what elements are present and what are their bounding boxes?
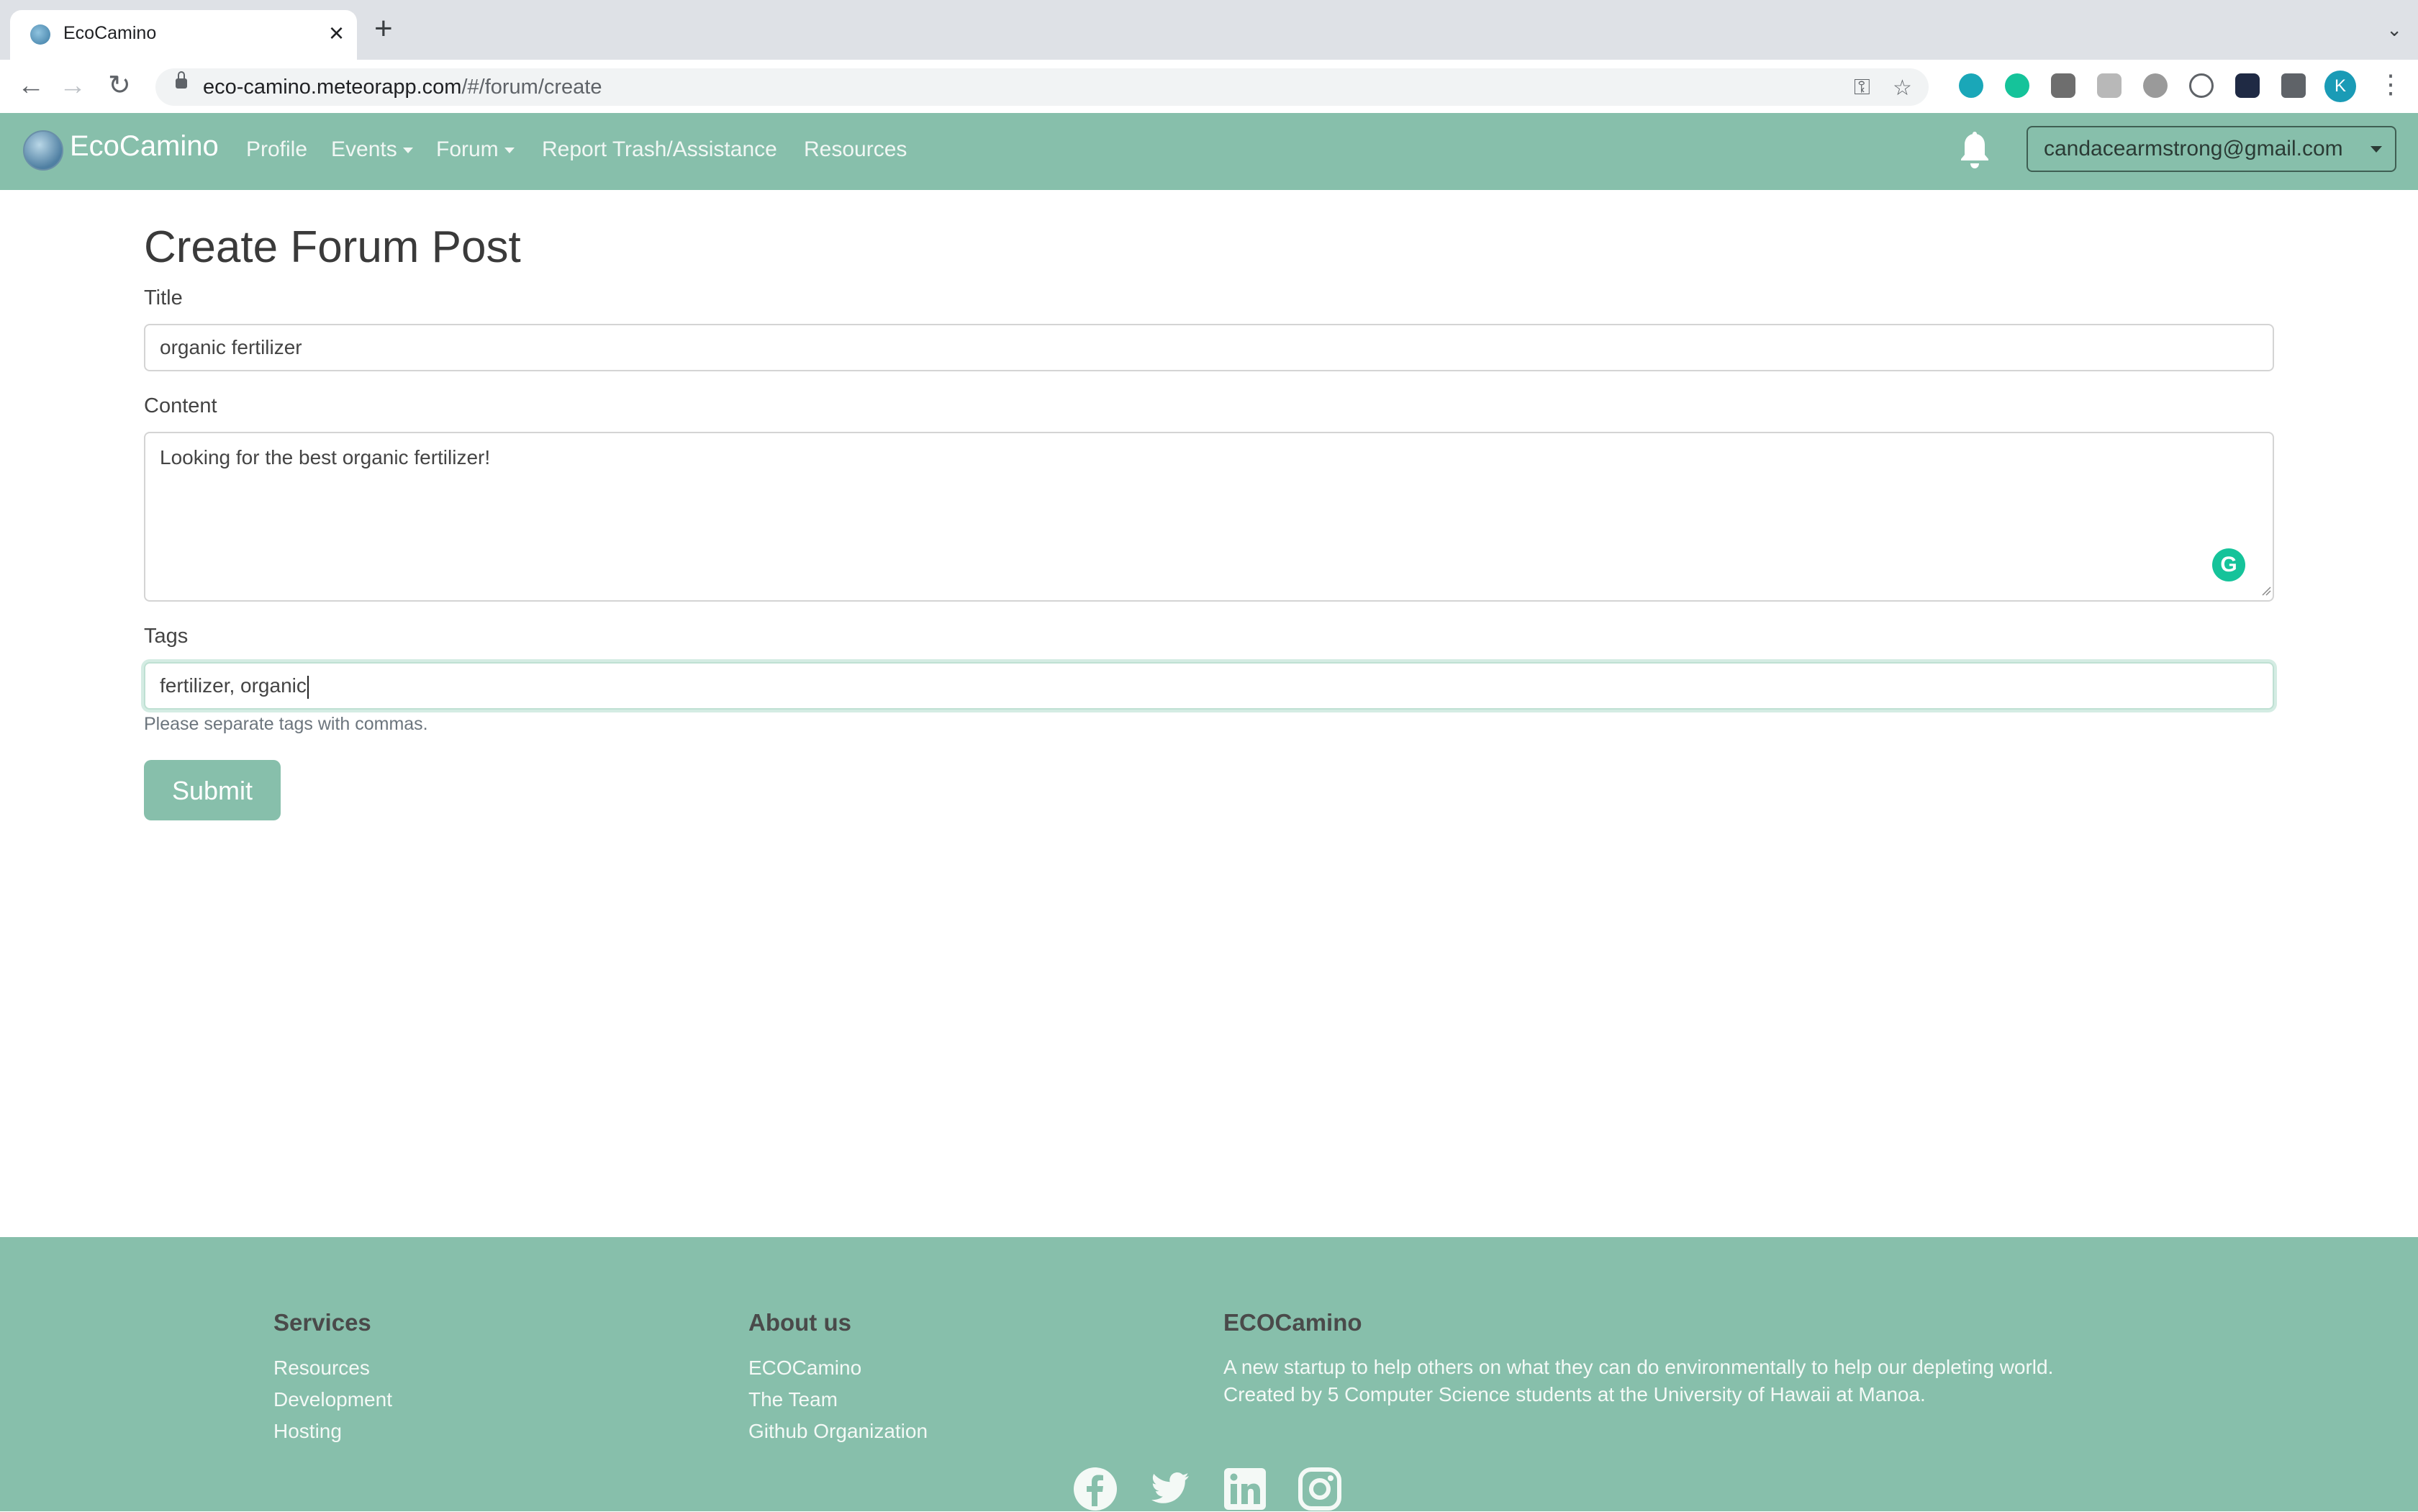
grammarly-icon[interactable]: G bbox=[2212, 548, 2245, 581]
nav-resources[interactable]: Resources bbox=[804, 137, 907, 162]
brand-name[interactable]: EcoCamino bbox=[70, 130, 219, 163]
url-text: eco-camino.meteorapp.com/#/forum/create bbox=[203, 76, 602, 99]
extension-dark-icon[interactable] bbox=[2235, 73, 2260, 98]
reload-icon[interactable]: ↻ bbox=[108, 71, 131, 100]
tab-search-chevron-icon[interactable]: ⌄ bbox=[2386, 19, 2402, 41]
key-icon[interactable]: ⚿ bbox=[1854, 76, 1870, 100]
footer-company-heading: ECOCamino bbox=[1223, 1309, 1362, 1336]
grammarly-extension-icon[interactable] bbox=[2005, 73, 2029, 98]
nav-report-trash[interactable]: Report Trash/Assistance bbox=[542, 137, 777, 162]
linkedin-icon[interactable] bbox=[1222, 1466, 1268, 1512]
footer-link-hosting[interactable]: Hosting bbox=[273, 1420, 342, 1443]
footer-link-the-team[interactable]: The Team bbox=[748, 1388, 838, 1411]
notification-bell-icon[interactable] bbox=[1957, 130, 1992, 171]
back-icon[interactable]: ← bbox=[17, 71, 45, 100]
footer-link-github[interactable]: Github Organization bbox=[748, 1420, 928, 1443]
bookmark-star-icon[interactable]: ☆ bbox=[1893, 76, 1912, 101]
nav-profile[interactable]: Profile bbox=[246, 137, 307, 162]
forward-icon[interactable]: → bbox=[59, 71, 86, 100]
app-navbar: EcoCamino Profile Events Forum Report Tr… bbox=[0, 113, 2418, 190]
footer-services-heading: Services bbox=[273, 1309, 371, 1336]
user-account-dropdown[interactable]: candacearmstrong@gmail.com bbox=[2027, 126, 2396, 172]
nav-events-dropdown[interactable]: Events bbox=[331, 137, 413, 162]
content-textarea-value: Looking for the best organic fertilizer! bbox=[160, 446, 491, 468]
browser-tab-active[interactable]: EcoCamino × bbox=[10, 10, 357, 60]
extension-m-icon[interactable] bbox=[1959, 73, 1983, 98]
footer-about-heading: About us bbox=[748, 1309, 851, 1336]
site-favicon-icon bbox=[30, 24, 50, 45]
content-label: Content bbox=[144, 394, 217, 417]
tags-help-text: Please separate tags with commas. bbox=[144, 714, 428, 734]
site-footer: Services Resources Development Hosting A… bbox=[0, 1237, 2418, 1511]
close-tab-icon[interactable]: × bbox=[329, 19, 344, 47]
twitter-icon[interactable] bbox=[1147, 1466, 1193, 1512]
browser-menu-icon[interactable]: ⋮ bbox=[2378, 69, 2404, 99]
extension-box-icon[interactable] bbox=[2051, 73, 2075, 98]
browser-profile-avatar[interactable]: K bbox=[2324, 71, 2356, 102]
facebook-icon[interactable] bbox=[1072, 1466, 1118, 1512]
resize-handle-icon[interactable] bbox=[2260, 584, 2271, 596]
lock-icon bbox=[176, 71, 187, 89]
extension-face-icon[interactable] bbox=[2143, 73, 2168, 98]
tags-input[interactable]: fertilizer, organic bbox=[144, 662, 2274, 710]
title-input[interactable]: organic fertilizer bbox=[144, 324, 2274, 371]
page-title: Create Forum Post bbox=[144, 222, 521, 272]
address-bar[interactable]: eco-camino.meteorapp.com/#/forum/create … bbox=[155, 68, 1929, 106]
content-textarea[interactable]: Looking for the best organic fertilizer! bbox=[144, 432, 2274, 602]
extensions-puzzle-icon[interactable] bbox=[2281, 73, 2306, 98]
text-cursor bbox=[307, 675, 309, 699]
footer-link-resources[interactable]: Resources bbox=[273, 1357, 370, 1380]
tags-input-value: fertilizer, organic bbox=[160, 674, 307, 697]
title-label: Title bbox=[144, 286, 183, 309]
footer-link-development[interactable]: Development bbox=[273, 1388, 392, 1411]
instagram-icon[interactable] bbox=[1297, 1466, 1343, 1512]
alarm-clock-icon[interactable] bbox=[2189, 73, 2214, 98]
new-tab-icon[interactable]: + bbox=[374, 13, 393, 45]
browser-tabstrip: EcoCamino × + ⌄ bbox=[0, 0, 2418, 60]
globe-logo-icon[interactable] bbox=[23, 130, 63, 171]
title-input-value: organic fertilizer bbox=[160, 336, 302, 358]
submit-button[interactable]: Submit bbox=[144, 760, 281, 820]
user-email: candacearmstrong@gmail.com bbox=[2044, 137, 2343, 160]
footer-company-credits: Created by 5 Computer Science students a… bbox=[1223, 1383, 1926, 1405]
chevron-down-icon bbox=[2371, 146, 2382, 153]
tab-title: EcoCamino bbox=[63, 23, 157, 43]
footer-link-ecocamino[interactable]: ECOCamino bbox=[748, 1357, 861, 1380]
tags-label: Tags bbox=[144, 625, 189, 648]
footer-company-description: A new startup to help others on what the… bbox=[1223, 1356, 2054, 1378]
nav-forum-dropdown[interactable]: Forum bbox=[436, 137, 515, 162]
extension-gray-icon[interactable] bbox=[2097, 73, 2122, 98]
